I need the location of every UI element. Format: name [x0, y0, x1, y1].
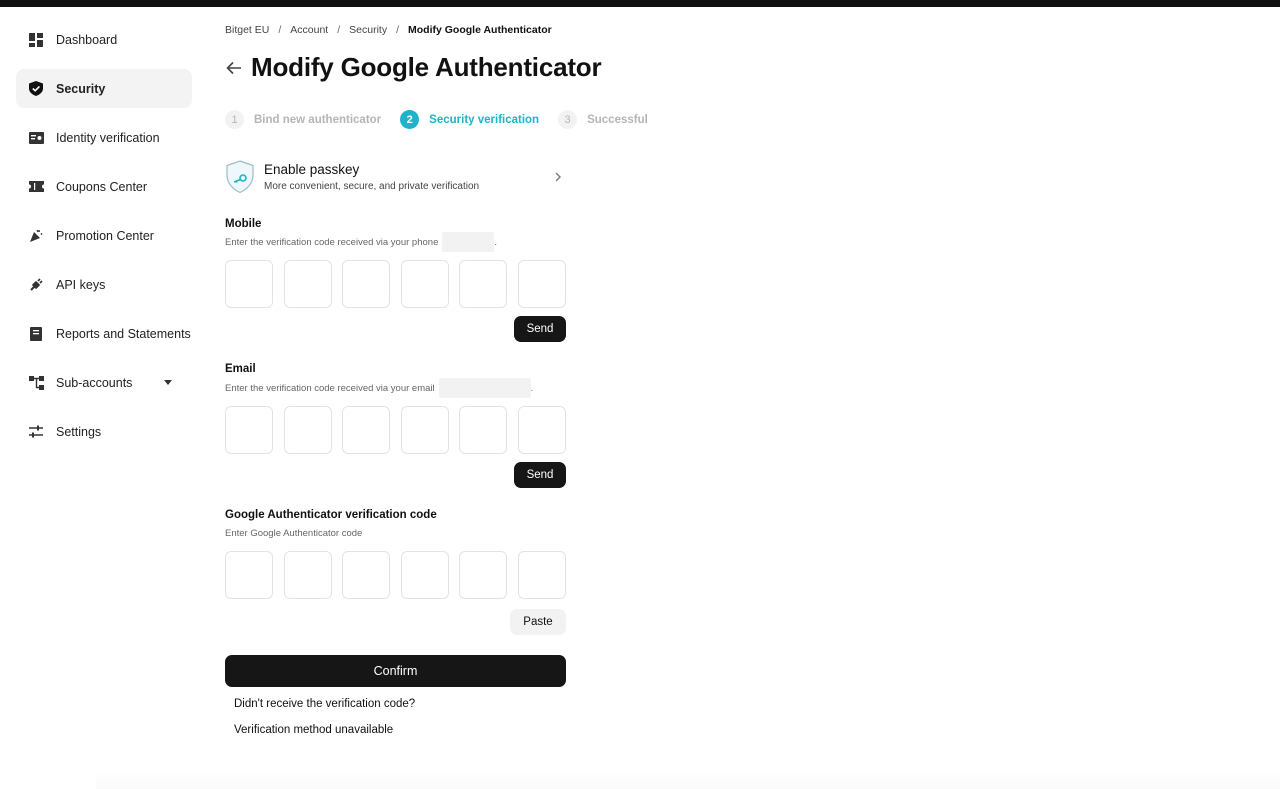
chevron-right-icon	[555, 172, 561, 182]
mobile-hint-end: .	[494, 236, 497, 248]
step-security-verification: 2 Security verification	[400, 110, 539, 129]
page-header: Modify Google Authenticator	[225, 52, 602, 83]
back-arrow-icon[interactable]	[225, 59, 243, 77]
page-title: Modify Google Authenticator	[251, 52, 602, 82]
progress-steps: 1 Bind new authenticator 2 Security veri…	[225, 110, 667, 129]
mobile-code-digit-6[interactable]	[517, 260, 566, 308]
breadcrumb-separator: /	[337, 24, 341, 36]
sidebar-item-label: Settings	[56, 424, 102, 439]
sidebar-item-label: Dashboard	[56, 32, 118, 47]
step-label: Bind new authenticator	[254, 113, 382, 126]
sidebar-item-label: Identity verification	[56, 130, 160, 145]
google-code-digit-4[interactable]	[400, 551, 449, 599]
email-code-digit-2[interactable]	[283, 406, 332, 454]
breadcrumb-item-security[interactable]: Security	[349, 24, 387, 36]
id-card-icon	[28, 130, 44, 146]
sliders-icon	[28, 424, 44, 440]
sidebar-item-label: Reports and Statements	[56, 326, 191, 341]
email-send-button[interactable]: Send	[514, 462, 566, 488]
sidebar-item-label: Security	[56, 81, 106, 96]
step-bind-new-authenticator: 1 Bind new authenticator	[225, 110, 381, 129]
google-auth-label: Google Authenticator verification code	[225, 509, 437, 521]
mobile-hint: Enter the verification code received via…	[225, 232, 497, 252]
dashboard-icon	[28, 32, 44, 48]
sidebar-item-promotion-center[interactable]: Promotion Center	[16, 216, 192, 255]
enable-passkey-banner[interactable]: Enable passkey More convenient, secure, …	[225, 155, 566, 199]
mobile-code-inputs	[225, 260, 566, 308]
email-label: Email	[225, 363, 256, 375]
method-unavailable-link[interactable]: Verification method unavailable	[234, 724, 393, 736]
breadcrumb-separator: /	[278, 24, 282, 36]
passkey-shield-icon	[226, 160, 254, 194]
step-number: 2	[400, 110, 420, 129]
sidebar-item-sub-accounts[interactable]: Sub-accounts	[16, 363, 192, 402]
step-number: 1	[225, 110, 244, 129]
mobile-code-digit-2[interactable]	[283, 260, 332, 308]
breadcrumb: Bitget EU / Account / Security / Modify …	[225, 24, 552, 36]
mobile-code-digit-4[interactable]	[400, 260, 449, 308]
sidebar-item-api-keys[interactable]: API keys	[16, 265, 192, 304]
email-code-digit-6[interactable]	[517, 406, 566, 454]
no-code-link[interactable]: Didn't receive the verification code?	[234, 698, 415, 710]
email-code-digit-4[interactable]	[400, 406, 449, 454]
sidebar-item-label: API keys	[56, 277, 106, 292]
sidebar-item-reports-and-statements[interactable]: Reports and Statements	[16, 314, 192, 353]
plug-icon	[28, 277, 44, 293]
sidebar-item-dashboard[interactable]: Dashboard	[16, 20, 192, 59]
step-label: Security verification	[429, 113, 540, 126]
sidebar-item-label: Sub-accounts	[56, 375, 133, 390]
sidebar: Dashboard Security Identity verification…	[16, 20, 192, 461]
step-number: 3	[558, 110, 578, 129]
mobile-send-button[interactable]: Send	[514, 316, 566, 342]
step-label: Successful	[587, 113, 648, 126]
paste-button[interactable]: Paste	[510, 609, 566, 635]
passkey-text: Enable passkey More convenient, secure, …	[264, 162, 479, 192]
email-hint-text: Enter the verification code received via…	[225, 382, 435, 394]
google-code-digit-6[interactable]	[517, 551, 566, 599]
google-auth-code-inputs	[225, 551, 566, 599]
passkey-subtitle: More convenient, secure, and private ver…	[264, 181, 480, 192]
breadcrumb-item-bitget-eu[interactable]: Bitget EU	[225, 24, 269, 36]
breadcrumb-item-account[interactable]: Account	[290, 24, 328, 36]
redacted-phone	[442, 232, 495, 252]
sidebar-item-coupons-center[interactable]: Coupons Center	[16, 167, 192, 206]
org-chart-icon	[28, 375, 44, 391]
mobile-code-digit-1[interactable]	[225, 260, 273, 308]
mobile-label: Mobile	[225, 218, 262, 230]
breadcrumb-separator: /	[396, 24, 400, 36]
sidebar-item-security[interactable]: Security	[16, 69, 192, 108]
google-code-digit-5[interactable]	[459, 551, 507, 599]
sidebar-item-settings[interactable]: Settings	[16, 412, 192, 451]
bottom-fade	[96, 772, 1280, 789]
step-successful: 3 Successful	[558, 110, 648, 129]
ticket-icon	[28, 179, 44, 195]
google-auth-hint: Enter Google Authenticator code	[225, 528, 363, 539]
party-popper-icon	[28, 228, 44, 244]
chevron-down-icon[interactable]	[164, 380, 172, 385]
confirm-button[interactable]: Confirm	[225, 655, 566, 687]
email-code-inputs	[225, 406, 566, 454]
sidebar-item-label: Coupons Center	[56, 179, 148, 194]
mobile-code-digit-5[interactable]	[459, 260, 507, 308]
mobile-code-digit-3[interactable]	[342, 260, 390, 308]
email-hint-end: .	[530, 382, 534, 394]
book-icon	[28, 326, 44, 342]
shield-check-icon	[28, 81, 44, 97]
google-code-digit-1[interactable]	[225, 551, 273, 599]
google-code-digit-3[interactable]	[342, 551, 390, 599]
top-bar	[0, 0, 1280, 7]
breadcrumb-current: Modify Google Authenticator	[408, 24, 552, 36]
email-code-digit-3[interactable]	[342, 406, 390, 454]
google-code-digit-2[interactable]	[283, 551, 332, 599]
sidebar-item-identity-verification[interactable]: Identity verification	[16, 118, 192, 157]
mobile-hint-text: Enter the verification code received via…	[225, 236, 439, 248]
passkey-title: Enable passkey	[264, 162, 360, 177]
sidebar-item-label: Promotion Center	[56, 228, 154, 243]
redacted-email	[438, 378, 531, 398]
email-code-digit-5[interactable]	[459, 406, 507, 454]
email-code-digit-1[interactable]	[225, 406, 273, 454]
email-hint: Enter the verification code received via…	[225, 378, 533, 398]
